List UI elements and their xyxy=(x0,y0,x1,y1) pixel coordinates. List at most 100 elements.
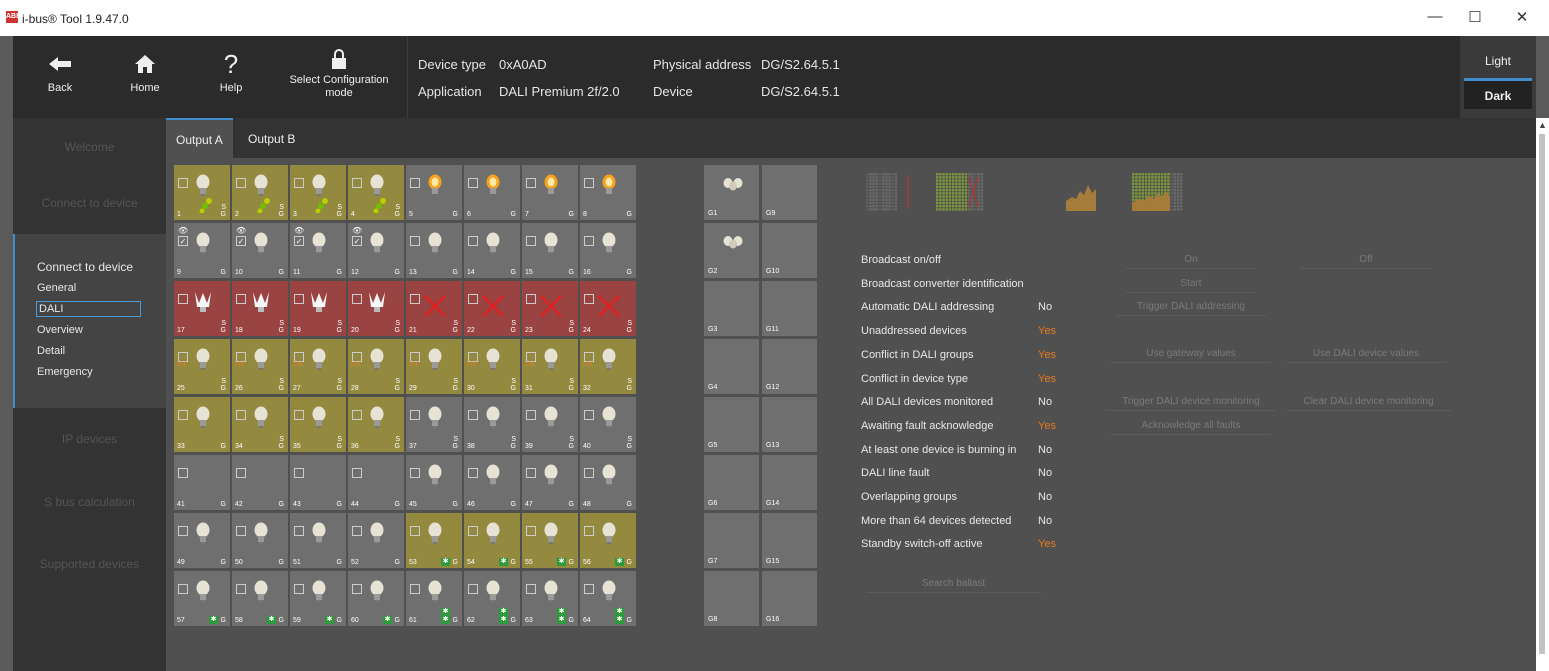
device-cell[interactable]: 59 G ✱ xyxy=(290,571,346,626)
device-cell[interactable]: 58 G ✱ xyxy=(232,571,288,626)
minimize-button[interactable]: — xyxy=(1425,8,1445,25)
scroll-up-icon[interactable]: ▲ xyxy=(1538,120,1547,130)
device-cell[interactable]: 23 S G xyxy=(522,281,578,336)
select-checkbox[interactable]: ✓ xyxy=(352,236,362,246)
search-ballast-button[interactable]: Search ballast xyxy=(866,575,1041,593)
device-cell[interactable]: LN 30 S G xyxy=(464,339,520,394)
group-cell[interactable]: G16 xyxy=(762,571,817,626)
broadcast-off-button[interactable]: Off xyxy=(1301,251,1431,269)
scrollbar-thumb[interactable] xyxy=(1539,134,1545,654)
select-checkbox[interactable] xyxy=(526,410,536,420)
sidebar-item-sbus[interactable]: S bus calculation xyxy=(13,495,166,509)
device-cell[interactable]: LN 25 S G xyxy=(174,339,230,394)
device-cell[interactable]: LN 29 S G xyxy=(406,339,462,394)
device-cell[interactable]: ✓ 👁 9 G xyxy=(174,223,230,278)
sidebar-item-ip-devices[interactable]: IP devices xyxy=(13,432,166,446)
select-checkbox[interactable] xyxy=(294,526,304,536)
maximize-button[interactable]: ☐ xyxy=(1465,8,1485,26)
device-cell[interactable]: 16 G xyxy=(580,223,636,278)
trigger-monitoring-button[interactable]: Trigger DALI device monitoring xyxy=(1106,393,1276,411)
sidebar-item-connect[interactable]: Connect to device xyxy=(13,196,166,210)
device-cell[interactable]: LN 27 S G xyxy=(290,339,346,394)
device-cell[interactable]: 4 SG xyxy=(348,165,404,220)
device-cell[interactable]: 33 G xyxy=(174,397,230,452)
sidebar-group-title[interactable]: Connect to device xyxy=(37,260,133,274)
device-cell[interactable]: 21 S G xyxy=(406,281,462,336)
select-checkbox[interactable] xyxy=(410,178,420,188)
select-checkbox[interactable] xyxy=(294,584,304,594)
group-cell[interactable]: G1 xyxy=(704,165,759,220)
home-button[interactable]: Home xyxy=(120,36,170,118)
device-cell[interactable]: 15 G xyxy=(522,223,578,278)
select-checkbox[interactable] xyxy=(294,294,304,304)
group-cell[interactable]: G12 xyxy=(762,339,817,394)
select-checkbox[interactable] xyxy=(410,584,420,594)
select-checkbox[interactable] xyxy=(526,178,536,188)
select-checkbox[interactable] xyxy=(352,410,362,420)
device-cell[interactable]: 13 G xyxy=(406,223,462,278)
device-cell[interactable]: 36 S G xyxy=(348,397,404,452)
select-checkbox[interactable] xyxy=(178,584,188,594)
sidebar-item-overview[interactable]: Overview xyxy=(37,324,83,336)
device-cell[interactable]: 34 S G xyxy=(232,397,288,452)
group-cell[interactable]: G11 xyxy=(762,281,817,336)
group-cell[interactable]: G2 xyxy=(704,223,759,278)
device-cell[interactable]: 8G xyxy=(580,165,636,220)
select-checkbox[interactable] xyxy=(178,526,188,536)
sidebar-item-detail[interactable]: Detail xyxy=(37,345,65,357)
group-cell[interactable]: G3 xyxy=(704,281,759,336)
device-cell[interactable]: LN 26 S G xyxy=(232,339,288,394)
select-checkbox[interactable] xyxy=(236,526,246,536)
device-cell[interactable]: 47 G xyxy=(522,455,578,510)
select-checkbox[interactable] xyxy=(410,410,420,420)
trigger-addressing-button[interactable]: Trigger DALI addressing xyxy=(1116,298,1266,316)
group-cell[interactable]: G13 xyxy=(762,397,817,452)
select-checkbox[interactable] xyxy=(352,294,362,304)
group-cell[interactable]: G6 xyxy=(704,455,759,510)
back-button[interactable]: Back xyxy=(35,36,85,118)
device-cell[interactable]: 56 G ✱ xyxy=(580,513,636,568)
select-checkbox[interactable]: ✓ xyxy=(236,236,246,246)
select-checkbox[interactable] xyxy=(468,178,478,188)
device-cell[interactable]: 60 G ✱ xyxy=(348,571,404,626)
select-checkbox[interactable] xyxy=(410,236,420,246)
device-cell[interactable]: 38 S G xyxy=(464,397,520,452)
device-cell[interactable]: 53 G ✱ xyxy=(406,513,462,568)
sidebar-item-supported[interactable]: Supported devices xyxy=(13,557,166,571)
select-checkbox[interactable] xyxy=(236,178,246,188)
select-checkbox[interactable] xyxy=(468,584,478,594)
select-checkbox[interactable] xyxy=(352,526,362,536)
device-cell[interactable]: 14 G xyxy=(464,223,520,278)
device-cell[interactable]: 22 S G xyxy=(464,281,520,336)
group-cell[interactable]: G8 xyxy=(704,571,759,626)
start-identification-button[interactable]: Start xyxy=(1126,275,1256,293)
close-button[interactable]: ✕ xyxy=(1512,8,1532,26)
device-cell[interactable]: 2 SG xyxy=(232,165,288,220)
select-checkbox[interactable] xyxy=(584,584,594,594)
sidebar-item-dali[interactable]: DALI xyxy=(36,301,141,317)
device-cell[interactable]: 39 S G xyxy=(522,397,578,452)
sidebar-item-general[interactable]: General xyxy=(37,282,76,294)
device-cell[interactable]: 24 S G xyxy=(580,281,636,336)
select-checkbox[interactable] xyxy=(236,584,246,594)
device-cell[interactable]: 18 S G xyxy=(232,281,288,336)
select-checkbox[interactable] xyxy=(584,468,594,478)
device-cell[interactable]: 49 G xyxy=(174,513,230,568)
help-button[interactable]: ? Help xyxy=(206,36,256,118)
use-gateway-values-button[interactable]: Use gateway values xyxy=(1111,345,1271,363)
device-cell[interactable]: 41 G xyxy=(174,455,230,510)
device-cell[interactable]: 63 G ✱ ✱ xyxy=(522,571,578,626)
device-cell[interactable]: 20 S G xyxy=(348,281,404,336)
group-cell[interactable]: G4 xyxy=(704,339,759,394)
group-cell[interactable]: G7 xyxy=(704,513,759,568)
select-checkbox[interactable] xyxy=(584,526,594,536)
device-cell[interactable]: 48 G xyxy=(580,455,636,510)
device-cell[interactable]: 50 G xyxy=(232,513,288,568)
acknowledge-faults-button[interactable]: Acknowledge all faults xyxy=(1111,417,1271,435)
device-cell[interactable]: LN 32 S G xyxy=(580,339,636,394)
select-checkbox[interactable]: ✓ xyxy=(294,236,304,246)
device-cell[interactable]: 7G xyxy=(522,165,578,220)
select-checkbox[interactable] xyxy=(468,468,478,478)
device-cell[interactable]: 52 G xyxy=(348,513,404,568)
select-checkbox[interactable] xyxy=(410,526,420,536)
